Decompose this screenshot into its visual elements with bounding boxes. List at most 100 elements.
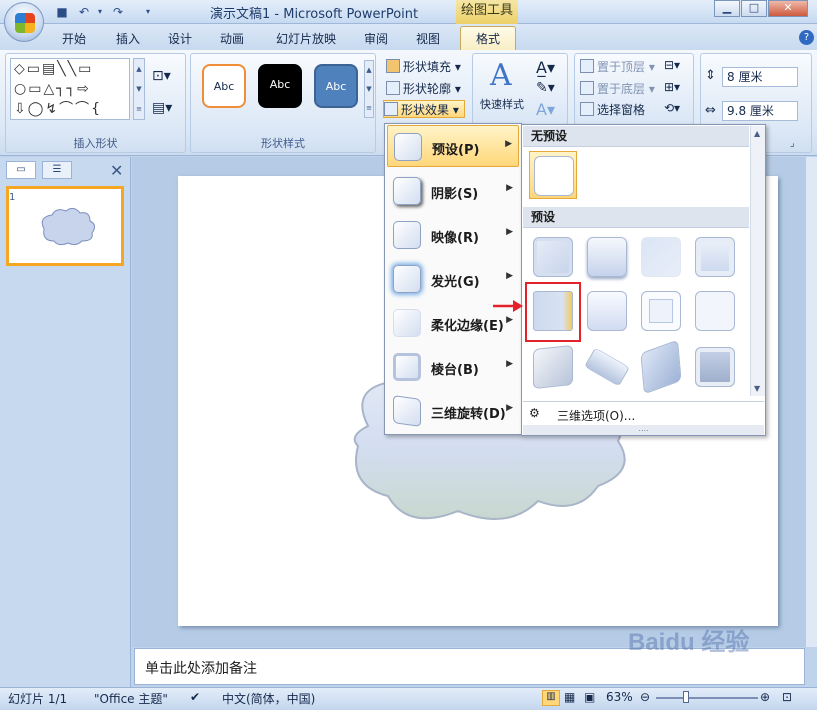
undo-icon[interactable]: ↶ [76,4,92,20]
menu-item-reflection-label: 映像(R) [431,231,479,246]
preset-8[interactable] [691,287,739,335]
undo-dropdown-icon[interactable]: ▾ [92,4,108,20]
close-button[interactable]: ✕ [768,0,808,17]
style-preset-black[interactable]: Abc [258,64,302,108]
highlight-box [525,282,581,342]
menu-item-shadow[interactable]: 阴影(S) ▶ [387,170,519,212]
selection-pane-button[interactable]: 选择窗格 [580,101,645,119]
normal-view-icon[interactable]: ▥ [542,690,560,706]
send-back-label: 置于底层 [597,82,646,96]
zoom-slider-thumb[interactable] [683,691,689,703]
wordart-a-icon[interactable]: A [490,58,512,93]
tab-design[interactable]: 设计 [160,28,200,50]
maximize-button[interactable]: □ [741,0,767,17]
save-icon[interactable]: ■ [54,4,70,20]
menu-item-3d-rotation[interactable]: 三维旋转(D) ▶ [387,390,519,432]
glow-icon [393,265,421,293]
pane-close-icon[interactable]: ✕ [110,161,123,180]
align-icon[interactable]: ⊟▾ [664,58,680,72]
preset-icon [394,133,422,161]
paint-bucket-icon [386,59,400,73]
outline-tab[interactable]: ☰ [42,161,72,179]
office-button[interactable] [4,2,44,42]
bring-front-label: 置于顶层 [597,60,646,74]
shape-effects-button[interactable]: 形状效果 ▾ [383,100,465,118]
edit-shape-icon[interactable]: ⊡▾ [152,68,171,84]
text-outline-icon[interactable]: ✎▾ [536,80,555,96]
bring-to-front-button[interactable]: 置于顶层 ▾ [580,58,655,76]
preset-9-swatch [533,344,573,390]
shape-outline-button[interactable]: 形状轮廓 ▾ [386,80,461,98]
styles-gallery-scroll[interactable]: ▲ ▼ ≡ [364,60,374,118]
window-title: 演示文稿1 - Microsoft PowerPoint [210,7,419,22]
group-icon[interactable]: ⊞▾ [664,80,680,94]
slide-thumbnail[interactable] [6,186,124,266]
tab-view[interactable]: 视图 [408,28,448,50]
shapes-gallery[interactable]: ◇▭▤╲╲▭ ○▭△┐┐⇨ ⇩◯↯⌒⌒{ [10,58,130,120]
width-input[interactable]: 9.8 厘米 [722,101,798,121]
customize-toolbar-icon[interactable]: ▾ [140,4,156,20]
zoom-slider[interactable] [656,697,758,699]
preset-none[interactable] [529,151,577,199]
menu-item-shadow-label: 阴影(S) [431,187,479,202]
submenu-arrow-icon: ▶ [506,359,513,369]
preset-12[interactable] [691,343,739,391]
drawing-tools-context-tab: 绘图工具 [456,0,518,24]
menu-item-glow[interactable]: 发光(G) ▶ [387,258,519,300]
tab-slideshow[interactable]: 幻灯片放映 [268,28,344,50]
3d-options-label: 三维选项(O)... [557,409,636,423]
shape-effects-label: 形状效果 [401,103,450,117]
rotate-icon[interactable]: ⟲▾ [664,101,680,115]
zoom-in-icon[interactable]: ⊕ [760,690,770,704]
menu-item-bevel-label: 棱台(B) [431,363,479,378]
tab-home[interactable]: 开始 [54,28,94,50]
preset-2[interactable] [583,233,631,281]
preset-9[interactable] [529,343,577,391]
preset-7[interactable] [637,287,685,335]
vertical-scrollbar[interactable] [805,157,817,647]
redo-icon[interactable]: ↷ [110,4,126,20]
tab-format[interactable]: 格式 [460,26,516,52]
style-preset-blue[interactable]: Abc [314,64,358,108]
language: 中文(简体，中国) [222,692,316,706]
pen-icon [386,81,400,95]
bring-front-icon [580,59,594,73]
spellcheck-icon[interactable]: ✔ [190,690,200,704]
menu-item-bevel[interactable]: 棱台(B) ▶ [387,346,519,388]
text-effects-icon[interactable]: A▾ [536,100,555,119]
preset-3[interactable] [637,233,685,281]
text-fill-icon[interactable]: A̲▾ [536,58,555,77]
preset-6[interactable] [583,287,631,335]
fit-window-icon[interactable]: ⊡ [782,690,792,704]
size-dialog-launcher-icon[interactable]: ⌟ [790,138,795,149]
zoom-level[interactable]: 63% [606,690,633,704]
menu-item-reflection[interactable]: 映像(R) ▶ [387,214,519,256]
style-preset-orange-outline[interactable]: Abc [202,64,246,108]
send-to-back-button[interactable]: 置于底层 ▾ [580,80,655,98]
preset-10[interactable] [583,343,631,391]
resize-grip-icon[interactable]: .... [523,425,764,435]
submenu-arrow-icon: ▶ [506,183,513,193]
textbox-icon[interactable]: ▤▾ [152,100,172,116]
height-icon: ⇕ [705,68,716,83]
slides-tab[interactable]: ▭ [6,161,36,179]
tab-insert[interactable]: 插入 [108,28,148,50]
tab-animation[interactable]: 动画 [212,28,252,50]
3d-options-button[interactable]: ⚙ 三维选项(O)... [523,401,764,425]
height-input[interactable]: 8 厘米 [722,67,798,87]
menu-item-preset[interactable]: 预设(P) ▶ [387,125,519,167]
minimize-button[interactable]: ▁ [714,0,740,17]
preset-1[interactable] [529,233,577,281]
preset-11[interactable] [637,339,685,395]
gallery-scrollbar[interactable]: ▲ ▼ [750,126,765,396]
quick-styles-button[interactable]: 快速样式 [480,96,524,112]
shape-fill-button[interactable]: 形状填充 ▾ [386,58,461,76]
preset-4[interactable] [691,233,739,281]
slideshow-view-icon[interactable]: ▣ [584,690,595,704]
help-icon[interactable]: ? [799,30,814,45]
tab-review[interactable]: 审阅 [356,28,396,50]
shapes-gallery-scroll[interactable]: ▲ ▼ ≡ [133,58,145,120]
zoom-out-icon[interactable]: ⊖ [640,690,650,704]
slide-sorter-icon[interactable]: ▦ [564,690,575,704]
preset-gallery: 无预设 预设 ▲ ▼ ⚙ 三维选项(O)... .... [521,124,766,436]
